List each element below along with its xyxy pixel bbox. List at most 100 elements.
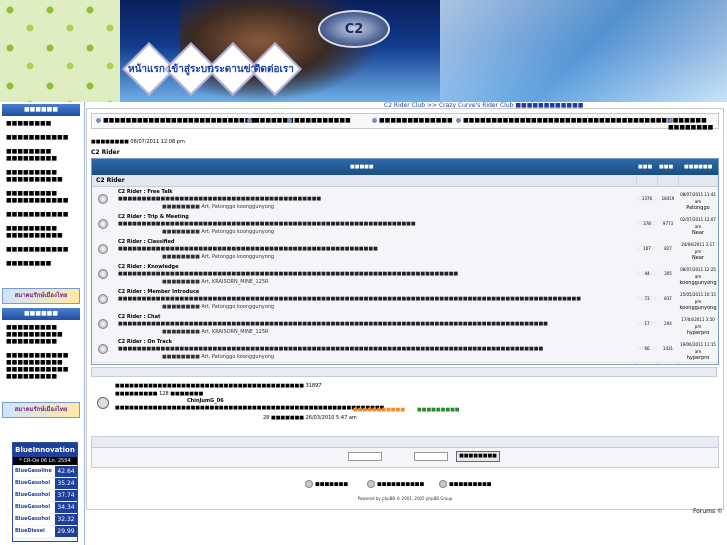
forum-folder-icon	[98, 244, 108, 254]
forum-link[interactable]: C2 Rider : Chat	[118, 314, 160, 320]
last-post: 17/04/2011 3:50 pm hyperpro	[681, 317, 715, 336]
col-lastpost: ■■■■■■	[684, 164, 713, 170]
nav-home[interactable]: หน้าแรก	[128, 62, 165, 77]
usergroups-link[interactable]: ■■■■■■■■■■■■■	[372, 117, 453, 124]
forum-link[interactable]: C2 Rider : On Track	[118, 339, 172, 345]
forum-moderators: ■■■■■■■■ Art, Patonggo koongguny­ong	[162, 204, 275, 210]
last-post: 08/07/2011 12:25 am koongguny­ong	[679, 267, 717, 286]
forum-link[interactable]: C2 Rider : Trip & Meeting	[118, 214, 189, 220]
forum-moderators: ■■■■■■■■ Art, Patonggo koongguny­ong	[162, 229, 275, 235]
posts-count: 837	[664, 296, 672, 301]
forum-index-link[interactable]: C2 Rider	[91, 149, 120, 156]
faq-link[interactable]: ■■■■■■■■■■■■■■■■■■■■■■■■■■■	[96, 117, 256, 124]
members-icon	[287, 118, 292, 123]
category-row[interactable]: C2 Rider	[92, 175, 718, 187]
forum-row: C2 Rider : On Track ■■■■■■■■■■■■■■■■■■■■…	[92, 337, 718, 363]
forum-moderators: ■■■■■■■■ Art, Patonggo koongguny­ong	[162, 254, 275, 260]
sidebar-section-text[interactable]: ■■■■■■■■■ ■■■■■■■■■■ ■■■■■■■■■ ■■■■■■■■■■■ ■…	[6, 324, 80, 380]
legend-mod: ■■■■■■■■■	[417, 407, 460, 413]
forum-link[interactable]: C2 Rider : Classified	[118, 239, 174, 245]
site-logo[interactable]: C2	[318, 10, 390, 48]
password-input[interactable]	[414, 452, 448, 461]
online-header[interactable]	[91, 367, 717, 377]
legend-locked: ■■■■■■■■■	[439, 480, 492, 488]
topics-count: 1376	[637, 196, 657, 201]
topics-count: 378	[637, 221, 657, 226]
forum-moderators: ■■■■■■■■ Art, KRAISORN_MINE_125R	[162, 279, 269, 285]
locked-icon	[439, 480, 447, 488]
forum-desc: ■■■■■■■■■■■■■■■■■■■■■■■■■■■■■■■■■■■■■■■■…	[118, 346, 544, 352]
table-header: ■■■■■ ■■■ ■■■ ■■■■■■	[92, 159, 718, 175]
forum-row: C2 Rider : Member Introduce ■■■■■■■■■■■■…	[92, 287, 718, 313]
posts-count: 18419	[661, 196, 675, 201]
topics-count: 44	[637, 271, 657, 276]
login-icon	[668, 118, 673, 123]
login-box: ■■■■■■■■	[91, 436, 719, 468]
forum-folder-icon	[98, 269, 108, 279]
col-forum: ■■■■■	[350, 164, 374, 170]
stats-online: ■■■■■■■■■■■■■■■■■■■■■■■■■■■■■■■■■■■■■■■■…	[115, 405, 385, 411]
fuel-price-widget: BlueInnovation * CR-Oe 06 Ln. 2554 BlueG…	[12, 442, 78, 542]
groups-icon	[372, 118, 377, 123]
fuel-row: BlueGasohol 32.32	[13, 514, 77, 525]
nav-contact[interactable]: ติดต่อเรา	[254, 62, 294, 77]
forum-row: C2 Rider : Trip & Meeting ■■■■■■■■■■■■■■…	[92, 212, 718, 238]
sidebar-menu-header: ■■■■■■	[2, 104, 80, 116]
forum-desc: ■■■■■■■■■■■■■■■■■■■■■■■■■■■■■■■■■■■■■■■■…	[118, 296, 581, 302]
forum-folder-icon	[98, 344, 108, 354]
sidebar-menu-text[interactable]: ■■■■■■■■ ■■■■■■■■■■■ ■■■■■■■■ ■■■■■■■■■ ■■■■…	[6, 120, 80, 267]
stats-record: 28 ■■■■■■■ 26/03/2010 5:47 am	[263, 415, 357, 421]
forum-row: C2 Rider : Free Talk ■■■■■■■■■■■■■■■■■■■…	[92, 187, 718, 213]
newest-user[interactable]: ChinJumG_06	[187, 398, 224, 404]
posts-count: 305	[664, 271, 672, 276]
legend-admin: ■■■■■■■■■■■	[353, 407, 405, 413]
forum-desc: ■■■■■■■■■■■■■■■■■■■■■■■■■■■■■■■■■■■■■■■■…	[118, 221, 416, 227]
forum-desc: ■■■■■■■■■■■■■■■■■■■■■■■■■■■■■■■■■■■■■■■■…	[118, 246, 378, 252]
last-visit: ■■■■■■■■ 08/07/2011 12:08 pm	[91, 139, 185, 145]
powered-by[interactable]: Powered by phpBB © 2001, 2005 phpBB Grou…	[87, 496, 723, 501]
login-link[interactable]: ■■■■■■■■	[668, 117, 718, 131]
no-new-posts-icon	[367, 480, 375, 488]
last-post: 24/06/2011 3:17 pm Near	[681, 242, 715, 261]
forum-row: C2 Rider : Knowledge ■■■■■■■■■■■■■■■■■■■…	[92, 262, 718, 288]
posts-count: 1431	[662, 346, 674, 351]
topics-count: 66	[637, 346, 657, 351]
forum-link[interactable]: C2 Rider : Knowledge	[118, 264, 179, 270]
whosonline-icon	[97, 397, 109, 409]
login-button[interactable]: ■■■■■■■■	[456, 451, 500, 462]
last-post: 08/07/2011 11:41 am Patonggo	[680, 192, 716, 211]
forum-row: C2 Rider : Classified ■■■■■■■■■■■■■■■■■■…	[92, 237, 718, 263]
stats-users: ■■■■■■■■■ 128 ■■■■■■■	[115, 391, 204, 397]
forum-moderators: ■■■■■■■■ Art, Patonggo koongguny­ong	[162, 354, 275, 360]
search-icon	[247, 118, 252, 123]
forum-link[interactable]: C2 Rider : Member Introduce	[118, 289, 199, 295]
top-links-bar: ■■■■■■■■■■■■■■■■■■■■■■■■■■■ ■■■■■■■ ■■■■…	[91, 113, 719, 131]
forum-folder-icon	[98, 294, 108, 304]
login-header	[92, 437, 718, 448]
decorative-leaf-pattern	[0, 0, 120, 102]
forum-folder-icon	[98, 319, 108, 329]
fuel-row: BlueDiesel 29.99	[13, 526, 77, 537]
fuel-row: BlueGasoline 42.64	[13, 466, 77, 477]
forum-moderators: ■■■■■■■■ Art, Patonggo koongguny­ong	[162, 304, 275, 310]
sidebar-badge-2[interactable]: สมาคมรักษ์เมืองไทย	[2, 402, 80, 418]
last-post: 02/07/2011 12:07 am Near	[680, 217, 716, 236]
legend-new-posts: ■■■■■■■	[305, 480, 348, 488]
topics-count: 73	[637, 296, 657, 301]
fuel-date: * CR-Oe 06 Ln. 2554	[13, 457, 77, 465]
sidebar-badge[interactable]: สมาคมรักษ์เมืองไทย	[2, 288, 80, 304]
nav-login[interactable]: เข้าสู่ระบบ	[168, 62, 213, 77]
sidebar-section-header: ■■■■■■	[2, 308, 80, 320]
who-is-online: ■■■■■■■■■■■■■■■■■■■■■■■■■■■■■■■■■■■■■■■■…	[91, 367, 717, 429]
last-post: 19/06/2011 11:15 am hyperpro	[680, 342, 716, 361]
forum-desc: ■■■■■■■■■■■■■■■■■■■■■■■■■■■■■■■■■■■■■■■■…	[118, 321, 548, 327]
fuel-row: BlueGasohol 37.74	[13, 490, 77, 501]
forum-link[interactable]: C2 Rider : Free Talk	[118, 189, 173, 195]
register-icon	[456, 118, 461, 123]
username-input[interactable]	[348, 452, 382, 461]
col-topics: ■■■	[638, 164, 653, 170]
forum-desc: ■■■■■■■■■■■■■■■■■■■■■■■■■■■■■■■■■■■■■■■■…	[118, 271, 459, 277]
banner-sky	[440, 0, 727, 102]
forum-row: C2 Rider : Chat ■■■■■■■■■■■■■■■■■■■■■■■■…	[92, 312, 718, 338]
memberlist-link[interactable]: ■■■■■■■■■■	[287, 117, 351, 124]
